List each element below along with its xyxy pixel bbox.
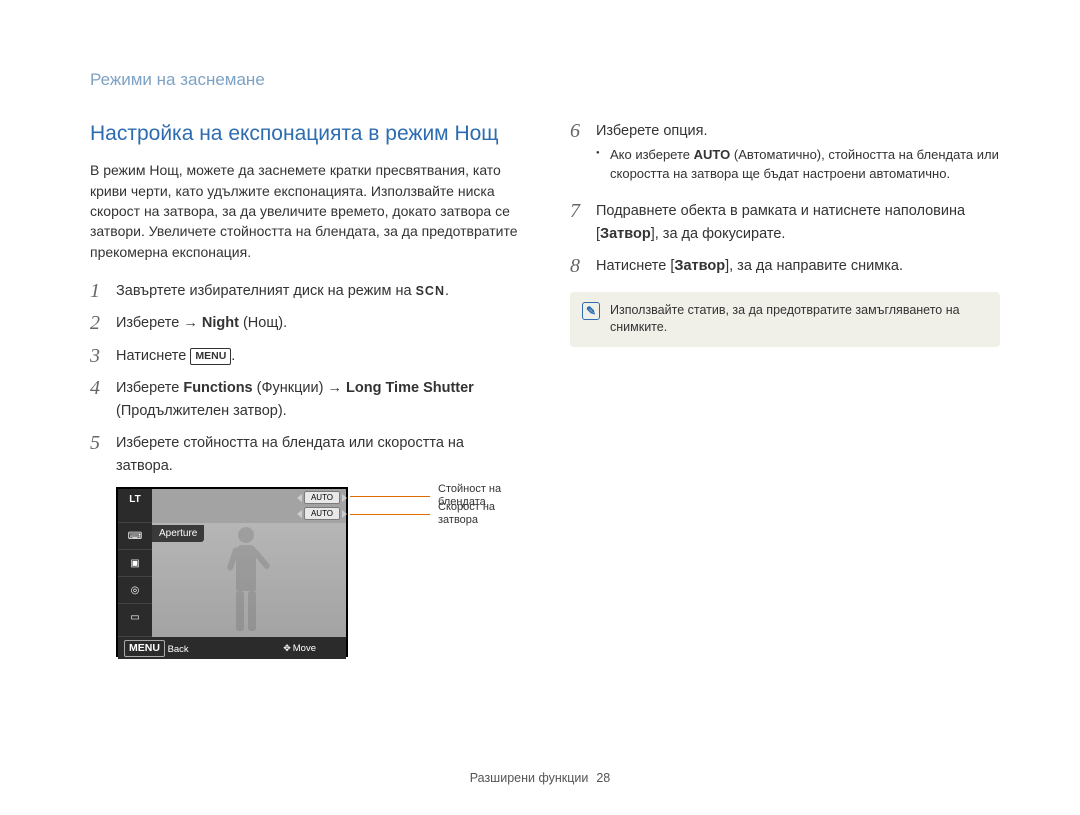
tip-note: ✎ Използвайте статив, за да предотвратит… [570,292,1000,347]
lcd-icon-sidebar: ⌨ ▣ ◎ ▭ [118,523,152,637]
intro-paragraph: В режим Нощ, можете да заснемете кратки … [90,160,520,261]
iso-icon: ◎ [118,577,152,604]
step-number: 3 [90,345,116,367]
lcd-lt-badge: LT [118,489,152,523]
step-text: Завъртете избирателният диск на режим на [116,283,416,299]
lcd-figure: LT AUTO AUTO ⌨ ▣ ◎ ▭ [116,487,520,657]
callout-shutter: Скорост на затвора [360,505,520,523]
manual-page: Режими на заснемане Настройка на експона… [0,0,1080,815]
step-text: Изберете стойността на блендата или скор… [116,432,520,477]
step-text: (Нощ). [239,315,287,331]
step-6: 6 Изберете опция. Ако изберете AUTO (Авт… [570,120,1000,190]
step-number: 5 [90,432,116,454]
lcd-callouts: Стойност на блендата Скорост на затвора [360,487,520,523]
lcd-preview: Aperture [152,523,346,637]
section-title: Настройка на експонацията в режим Нощ [90,120,520,148]
aperture-value-pill: AUTO [304,491,340,504]
menu-button-icon: MENU [124,640,165,657]
step-5: 5 Изберете стойността на блендата или ск… [90,432,520,477]
menu-button-icon: MENU [190,348,231,365]
step-text: Изберете опция. [596,123,708,139]
strong-text: Night [202,315,239,331]
content-columns: Настройка на експонацията в режим Нощ В … [90,120,1000,657]
step-number: 6 [570,120,596,142]
chapter-title: Режими на заснемане [90,70,1000,90]
back-label: Back [168,644,189,655]
page-number: 28 [596,771,610,785]
step-7: 7 Подравнете обекта в рамката и натиснет… [570,200,1000,245]
step-4: 4 Изберете Functions (Функции) → Long Ti… [90,377,520,422]
step-8: 8 Натиснете [Затвор], за да направите сн… [570,255,1000,277]
step-list-left: 1 Завъртете избирателният диск на режим … [90,280,520,477]
shutter-value-pill: AUTO [304,507,340,520]
dpad-icon: ✥ [283,643,289,654]
strong-text: AUTO [694,147,731,162]
strong-text: Затвор [674,258,725,274]
step-number: 2 [90,312,116,334]
camera-lcd: LT AUTO AUTO ⌨ ▣ ◎ ▭ [116,487,348,657]
step-text: Натиснете [116,348,190,364]
step-text: Изберете → [116,315,202,331]
page-footer: Разширени функции 28 [0,771,1080,785]
right-column: 6 Изберете опция. Ако изберете AUTO (Авт… [570,120,1000,657]
note-icon: ✎ [582,302,600,320]
step-6-bullets: Ако изберете AUTO (Автоматично), стойнос… [596,146,1000,184]
keyboard-icon: ⌨ [118,523,152,550]
step-2: 2 Изберете → Night (Нощ). [90,312,520,334]
lcd-footer: MENU Back ✥ Move [118,637,346,659]
step-text: (Продължителен затвор). [116,403,287,419]
focus-icon: ▭ [118,604,152,631]
strong-text: Functions [183,380,252,396]
footer-section: Разширени функции [470,771,589,785]
aperture-label: Aperture [152,525,204,542]
person-silhouette-icon [226,527,266,637]
step-number: 1 [90,280,116,302]
lcd-top-strip: AUTO AUTO [152,489,346,523]
step-list-right: 6 Изберете опция. Ако изберете AUTO (Авт… [570,120,1000,278]
step-1: 1 Завъртете избирателният диск на режим … [90,280,520,302]
bullet-item: Ако изберете AUTO (Автоматично), стойнос… [596,146,1000,184]
step-number: 8 [570,255,596,277]
step-number: 4 [90,377,116,399]
step-text: (Функции) → [253,380,346,396]
move-label: Move [293,643,316,654]
scn-icon: SCN [416,284,445,298]
step-number: 7 [570,200,596,222]
strong-text: Long Time Shutter [346,380,474,396]
photo-icon: ▣ [118,550,152,577]
note-text: Използвайте статив, за да предотвратите … [610,302,988,337]
step-text: Изберете [116,380,183,396]
step-3: 3 Натиснете MENU. [90,345,520,367]
strong-text: Затвор [600,226,651,242]
left-column: Настройка на експонацията в режим Нощ В … [90,120,520,657]
